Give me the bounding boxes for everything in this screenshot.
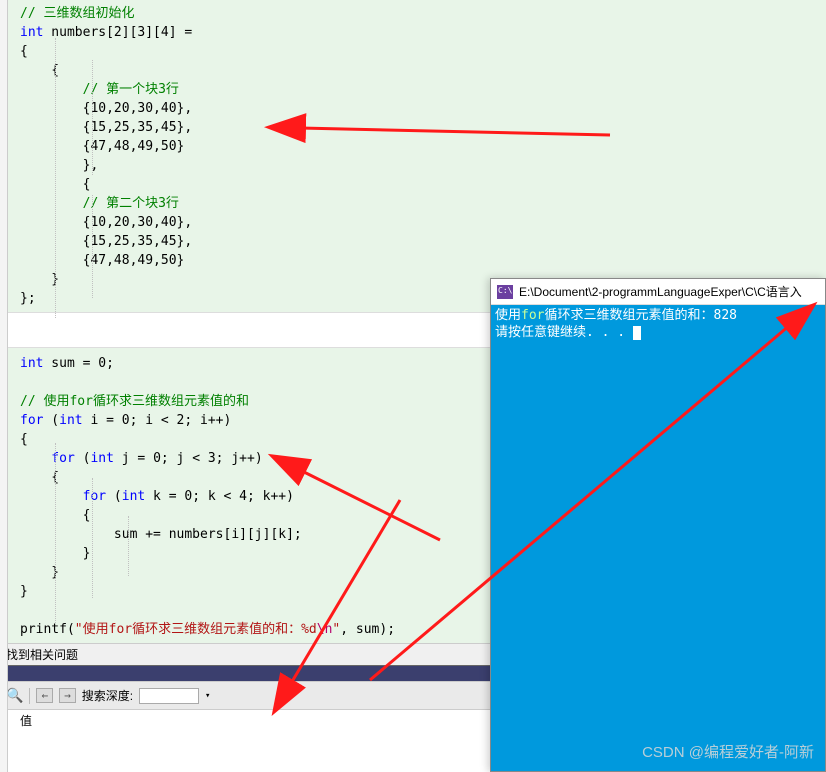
nav-next-button[interactable]: → [59,688,76,703]
code-line: {10,20,30,40}, [0,213,826,232]
code-line: {15,25,35,45}, [0,118,826,137]
console-window[interactable]: E:\Document\2-programmLanguageExper\C\C语… [490,278,826,772]
code-line: {15,25,35,45}, [0,232,826,251]
search-icon[interactable]: 🔍 [6,688,23,704]
code-line: {47,48,49,50} [0,251,826,270]
code-line: { [0,61,826,80]
code-line: {47,48,49,50} [0,137,826,156]
console-app-icon [497,285,513,299]
nav-prev-button[interactable]: ← [36,688,53,703]
console-output[interactable]: 使用for循环求三维数组元素值的和：828 请按任意键继续. . . [491,305,825,771]
dropdown-arrow-icon[interactable]: ▾ [205,691,210,701]
console-titlebar[interactable]: E:\Document\2-programmLanguageExper\C\C语… [491,279,825,305]
code-line: { [0,175,826,194]
console-title-text: E:\Document\2-programmLanguageExper\C\C语… [519,283,802,300]
divider [29,688,30,704]
gutter [0,0,8,772]
code-line: // 第一个块3行 [0,80,826,99]
code-editor-top[interactable]: // 三维数组初始化 int numbers[2][3][4] = { { //… [0,0,826,312]
code-line: // 三维数组初始化 [0,4,826,23]
code-line: int numbers[2][3][4] = [0,23,826,42]
code-line: {10,20,30,40}, [0,99,826,118]
watermark: CSDN @编程爱好者-阿新 [642,741,814,762]
code-line: }, [0,156,826,175]
code-line: // 第二个块3行 [0,194,826,213]
search-depth-dropdown[interactable] [139,688,199,704]
cursor-icon [633,326,641,340]
code-line: { [0,42,826,61]
search-depth-label: 搜索深度: [82,687,133,704]
